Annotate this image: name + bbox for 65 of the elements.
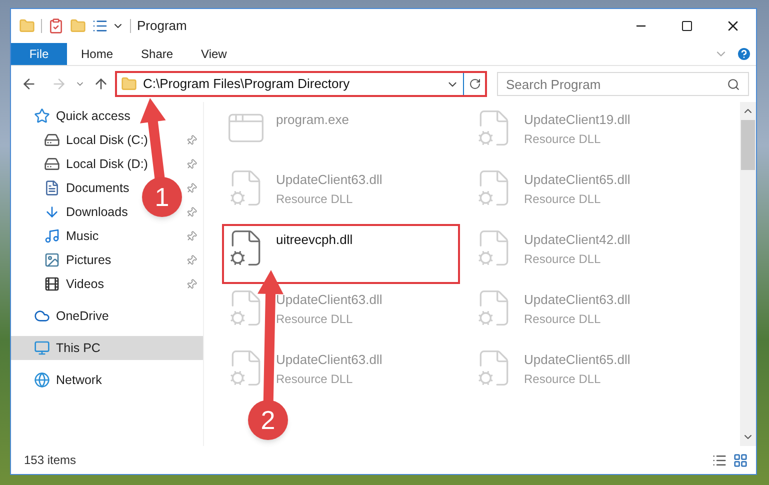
file-name: program.exe — [276, 111, 349, 129]
view-options-icon[interactable] — [92, 18, 108, 34]
sidebar-item[interactable]: Local Disk (C:) — [44, 130, 148, 150]
help-icon[interactable] — [736, 46, 752, 62]
file-type: Resource DLL — [524, 250, 602, 268]
picture-icon — [44, 252, 60, 268]
globe-icon — [34, 372, 50, 388]
file-name: UpdateClient63.dll — [524, 291, 630, 309]
file-type: Resource DLL — [524, 190, 602, 208]
film-icon — [44, 276, 60, 292]
large-icons-view-icon[interactable] — [733, 452, 748, 468]
refresh-icon — [468, 78, 480, 90]
ribbon-tab[interactable]: Home — [67, 43, 128, 65]
back-icon[interactable] — [21, 76, 37, 92]
sidebar-item[interactable]: Music — [44, 226, 99, 246]
sidebar-item[interactable]: Documents — [44, 178, 130, 198]
item-count: 153 items — [24, 452, 76, 469]
file-name: UpdateClient65.dll — [524, 351, 630, 369]
sidebar-item[interactable]: Downloads — [44, 202, 128, 222]
file-name: UpdateClient65.dll — [524, 171, 630, 189]
ribbon-tab[interactable]: Share — [127, 43, 188, 65]
scrollbar[interactable] — [740, 102, 756, 446]
document-icon — [44, 180, 60, 196]
file-name: UpdateClient42.dll — [524, 231, 630, 249]
maximize-icon — [681, 20, 693, 32]
file-name: UpdateClient63.dll — [276, 171, 382, 189]
file-type: Resource DLL — [276, 370, 354, 388]
sidebar-item[interactable]: Videos — [44, 274, 104, 294]
file-type: Resource DLL — [524, 130, 602, 148]
search-icon — [727, 78, 740, 90]
file-type: Resource DLL — [524, 310, 602, 328]
address-path: C:\Program Files\Program Directory — [143, 75, 351, 94]
details-view-icon[interactable] — [712, 452, 727, 468]
address-field[interactable]: C:\Program Files\Program Directory — [115, 71, 487, 97]
scrollbar-thumb[interactable] — [741, 120, 755, 170]
music-note-icon — [44, 228, 60, 244]
window-title: Program — [137, 17, 187, 36]
up-icon[interactable] — [93, 76, 109, 92]
file-name: UpdateClient63.dll — [276, 291, 382, 309]
file-item[interactable]: uitreevcph.dll — [222, 224, 460, 284]
file-type: Resource DLL — [276, 190, 354, 208]
file-name: UpdateClient63.dll — [276, 351, 382, 369]
search-field[interactable]: Search Program — [497, 72, 749, 96]
forward-icon[interactable] — [51, 76, 67, 92]
sidebar-item[interactable]: Network — [34, 370, 102, 390]
folder-icon — [121, 76, 137, 92]
sidebar-item[interactable]: OneDrive — [34, 306, 109, 326]
file-name: UpdateClient19.dll — [524, 111, 630, 129]
folder-icon[interactable] — [19, 18, 35, 34]
sidebar-item[interactable]: Pictures — [44, 250, 112, 270]
file-type: Resource DLL — [276, 310, 354, 328]
sidebar-item[interactable]: Quick access — [34, 106, 130, 126]
properties-icon[interactable] — [48, 18, 64, 34]
ribbon-tab[interactable]: View — [187, 43, 241, 65]
file-tab[interactable]: File — [11, 43, 67, 65]
cloud-icon — [34, 308, 50, 324]
sidebar-item[interactable]: Local Disk (D:) — [44, 154, 148, 174]
file-name: uitreevcph.dll — [276, 231, 353, 249]
drive-icon — [44, 132, 60, 148]
drive-icon — [44, 156, 60, 172]
monitor-icon — [34, 340, 50, 356]
sidebar-item[interactable]: This PC — [34, 338, 100, 358]
new-folder-icon[interactable] — [70, 18, 86, 34]
star-icon — [34, 108, 50, 124]
file-type: Resource DLL — [524, 370, 602, 388]
